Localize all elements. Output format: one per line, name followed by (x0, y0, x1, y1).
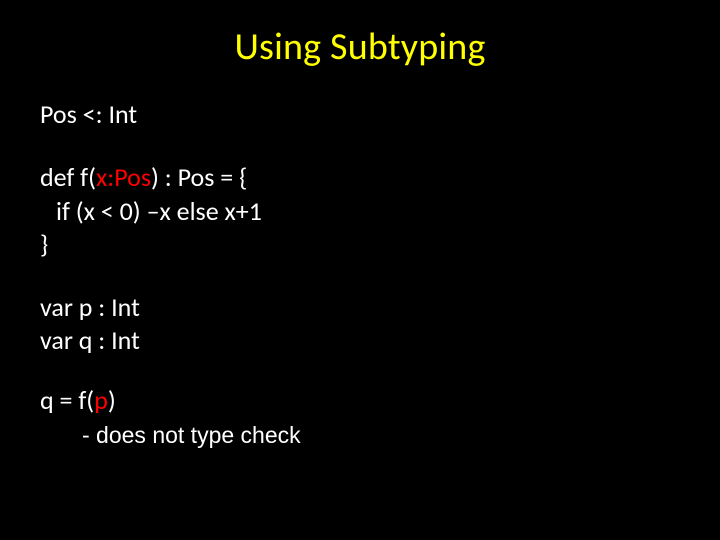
slide-body: Pos <: Int def f(x:Pos) : Pos = { if (x … (40, 98, 680, 450)
type-check-note: - does not type check (40, 421, 680, 450)
slide-title: Using Subtyping (40, 24, 680, 70)
var-p: var p : Int (40, 291, 680, 324)
call-prefix: q = f( (40, 384, 94, 416)
def-line-2: if (x < 0) –x else x+1 (40, 195, 680, 228)
call-expression: q = f(p) (40, 384, 680, 417)
subtype-declaration: Pos <: Int (40, 98, 680, 131)
def-suffix: ) : Pos = { (151, 161, 247, 193)
function-definition: def f(x:Pos) : Pos = { if (x < 0) –x els… (40, 161, 680, 261)
slide: Using Subtyping Pos <: Int def f(x:Pos) … (0, 0, 720, 540)
variable-declarations: var p : Int var q : Int (40, 291, 680, 358)
call-argument: p (94, 384, 108, 416)
def-prefix: def f( (40, 161, 96, 193)
param-type: x:Pos (96, 161, 151, 193)
call-suffix: ) (108, 384, 116, 416)
def-line-3: } (40, 228, 680, 261)
def-line-1: def f(x:Pos) : Pos = { (40, 161, 680, 194)
var-q: var q : Int (40, 324, 680, 357)
